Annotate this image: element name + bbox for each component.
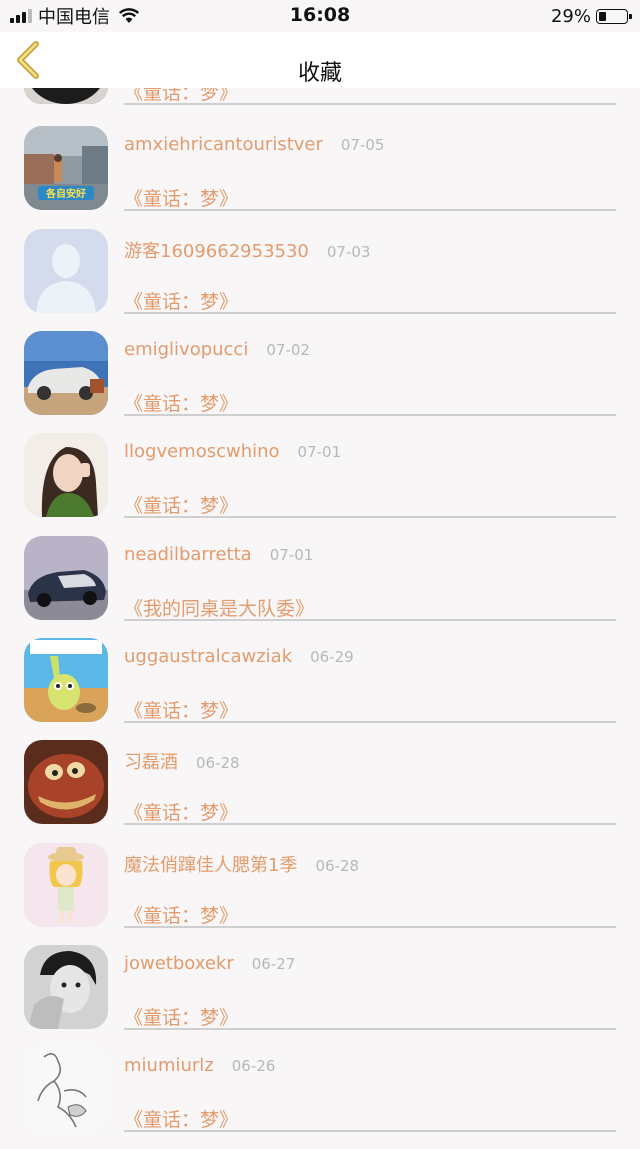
cartoon-monster-avatar bbox=[24, 740, 108, 824]
list-item[interactable]: 魔法俏蹿佳人腮第1季 06-28 《童话：梦》 bbox=[0, 843, 640, 945]
item-title[interactable]: 《童话：梦》 bbox=[124, 184, 238, 211]
divider bbox=[124, 516, 616, 518]
item-title[interactable]: 《我的同桌是大队委》 bbox=[124, 594, 314, 621]
user-name[interactable]: 游客1609662953530 bbox=[124, 237, 309, 263]
divider bbox=[124, 1028, 616, 1030]
list-item[interactable]: emiglivopucci 07-02 《童话：梦》 bbox=[0, 331, 640, 433]
battery-percent: 29% bbox=[550, 5, 591, 27]
divider bbox=[124, 209, 616, 211]
item-date: 06-27 bbox=[251, 955, 296, 973]
user-name[interactable]: emiglivopucci bbox=[124, 339, 248, 360]
page-title: 收藏 bbox=[297, 61, 342, 86]
street-scene-avatar: 各自安好 bbox=[24, 126, 108, 210]
sports-car-avatar bbox=[24, 536, 108, 620]
item-title[interactable]: 《童话：梦》 bbox=[124, 1003, 238, 1030]
item-date: 07-03 bbox=[326, 243, 371, 261]
list-item[interactable]: 游客1609662953530 07-03 《童话：梦》 bbox=[0, 229, 640, 331]
list-item[interactable]: 各自安好 amxiehricantouristver 07-05 《童话：梦》 bbox=[0, 126, 640, 228]
item-date: 06-28 bbox=[196, 754, 240, 772]
divider bbox=[124, 926, 616, 928]
sketch-figure-avatar bbox=[24, 1047, 108, 1131]
divider bbox=[124, 1130, 616, 1132]
item-date: 07-01 bbox=[269, 546, 314, 564]
battery-icon bbox=[596, 8, 632, 24]
item-title[interactable]: 《童话：梦》 bbox=[124, 1105, 238, 1132]
item-date: 06-28 bbox=[315, 857, 360, 875]
item-date: 06-29 bbox=[310, 648, 354, 666]
list-item[interactable]: 习磊酒 06-28 《童话：梦》 bbox=[0, 740, 640, 842]
bw-portrait-avatar bbox=[24, 945, 108, 1029]
divider bbox=[124, 823, 616, 825]
status-time: 16:08 bbox=[289, 4, 351, 26]
status-bar: 中国电信 16:08 29% bbox=[0, 0, 640, 32]
default-user-avatar bbox=[24, 229, 108, 313]
avatar-caption: 各自安好 bbox=[46, 189, 86, 200]
user-name[interactable]: 魔法俏蹿佳人腮第1季 bbox=[124, 851, 297, 877]
item-title[interactable]: 《童话：梦》 bbox=[124, 901, 238, 928]
user-name[interactable]: amxiehricantouristver bbox=[124, 134, 323, 155]
list-item[interactable]: llogvemoscwhino 07-01 《童话：梦》 bbox=[0, 433, 640, 535]
nav-bar: 收藏 bbox=[0, 32, 640, 88]
user-name[interactable]: 习磊酒 bbox=[124, 748, 178, 774]
list-item[interactable]: jowetboxekr 06-27 《童话：梦》 bbox=[0, 945, 640, 1047]
item-title[interactable]: 《童话：梦》 bbox=[124, 491, 238, 518]
divider bbox=[124, 619, 616, 621]
item-title[interactable]: 《童话：梦》 bbox=[124, 389, 238, 416]
user-name[interactable]: neadilbarretta bbox=[124, 544, 252, 565]
cartoon-rabbit-avatar bbox=[24, 638, 108, 722]
divider bbox=[124, 721, 616, 723]
divider bbox=[124, 312, 616, 314]
girl-portrait-avatar bbox=[24, 433, 108, 517]
item-date: 06-26 bbox=[231, 1057, 276, 1075]
item-title[interactable]: 《童话：梦》 bbox=[124, 287, 238, 314]
list-item[interactable]: uggaustralcawziak 06-29 《童话：梦》 bbox=[0, 638, 640, 740]
list-item[interactable]: neadilbarretta 07-01 《我的同桌是大队委》 bbox=[0, 536, 640, 638]
divider bbox=[124, 103, 616, 105]
item-date: 07-01 bbox=[297, 443, 342, 461]
item-title[interactable]: 《童话：梦》 bbox=[124, 696, 238, 723]
status-right: 29% bbox=[550, 4, 632, 28]
user-name[interactable]: uggaustralcawziak bbox=[124, 646, 292, 667]
item-date: 07-05 bbox=[340, 136, 385, 154]
item-date: 07-02 bbox=[266, 341, 310, 359]
user-name[interactable]: miumiurlz bbox=[124, 1055, 214, 1076]
car-beach-avatar bbox=[24, 331, 108, 415]
cartoon-girl-hat-avatar bbox=[24, 843, 108, 927]
user-name[interactable]: jowetboxekr bbox=[124, 953, 234, 974]
list-item[interactable]: miumiurlz 06-26 《童话：梦》 bbox=[0, 1047, 640, 1149]
divider bbox=[124, 414, 616, 416]
item-title[interactable]: 《童话：梦》 bbox=[124, 798, 238, 825]
user-name[interactable]: llogvemoscwhino bbox=[124, 441, 280, 462]
